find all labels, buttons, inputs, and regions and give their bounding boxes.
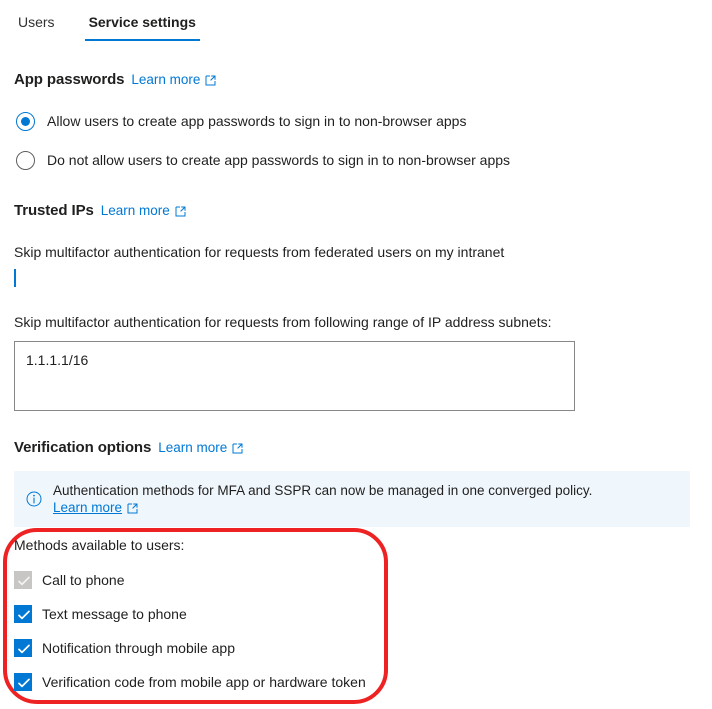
- radio-allow-indicator[interactable]: [16, 112, 35, 131]
- method-label-notification-through-mobile-app: Notification through mobile app: [42, 639, 236, 656]
- method-row-text-message-to-phone[interactable]: Text message to phone: [14, 597, 366, 631]
- ip-subnets-textarea[interactable]: [14, 341, 575, 411]
- method-row-notification-through-mobile-app[interactable]: Notification through mobile app: [14, 631, 366, 665]
- federated-users-checkbox-wrap: [0, 269, 712, 287]
- banner-text-content: Authentication methods for MFA and SSPR …: [53, 483, 593, 498]
- link-text: Learn more: [100, 203, 170, 218]
- external-link-icon: [127, 503, 138, 514]
- ip-subnets-label: Skip multifactor authentication for requ…: [14, 314, 552, 330]
- methods-section: Methods available to users: Call to phon…: [0, 528, 712, 709]
- methods-available-label: Methods available to users:: [14, 537, 185, 553]
- verification-options-title: Verification options: [14, 439, 152, 456]
- checkbox-notification-through-mobile-app[interactable]: [14, 639, 32, 657]
- info-icon: [26, 491, 42, 507]
- app-passwords-header: App passwords Learn more: [0, 71, 712, 88]
- link-text: Learn more: [131, 72, 201, 87]
- method-label-text-message-to-phone: Text message to phone: [42, 605, 187, 622]
- app-passwords-learn-more-link[interactable]: Learn more: [131, 72, 216, 87]
- link-text: Learn more: [53, 500, 123, 515]
- checkbox-text-message-to-phone[interactable]: [14, 605, 32, 623]
- method-row-call-to-phone[interactable]: Call to phone: [14, 563, 366, 597]
- method-row-verification-code[interactable]: Verification code from mobile app or har…: [14, 665, 366, 699]
- external-link-icon: [175, 206, 186, 217]
- trusted-ips-title: Trusted IPs: [14, 202, 94, 219]
- external-link-icon: [232, 443, 243, 454]
- external-link-icon: [205, 75, 216, 86]
- radio-disallow-label: Do not allow users to create app passwor…: [47, 152, 511, 168]
- method-label-call-to-phone: Call to phone: [42, 571, 125, 588]
- method-label-verification-code: Verification code from mobile app or har…: [42, 673, 366, 690]
- tab-bar: Users Service settings: [0, 0, 712, 46]
- tab-users[interactable]: Users: [14, 11, 59, 41]
- radio-disallow-app-passwords[interactable]: Do not allow users to create app passwor…: [0, 151, 712, 170]
- verification-options-header: Verification options Learn more: [0, 439, 712, 456]
- federated-users-checkbox[interactable]: [14, 269, 30, 287]
- banner-learn-more-link[interactable]: Learn more: [53, 499, 138, 516]
- tab-service-settings[interactable]: Service settings: [84, 11, 201, 41]
- checkbox-verification-code[interactable]: [14, 673, 32, 691]
- converged-policy-banner: Authentication methods for MFA and SSPR …: [14, 471, 690, 527]
- radio-disallow-indicator[interactable]: [16, 151, 35, 170]
- app-passwords-title: App passwords: [14, 71, 125, 88]
- trusted-ips-header: Trusted IPs Learn more: [0, 202, 712, 219]
- ip-subnets-field-wrap: [0, 341, 712, 414]
- verification-options-learn-more-link[interactable]: Learn more: [158, 440, 243, 455]
- trusted-ips-learn-more-link[interactable]: Learn more: [101, 203, 186, 218]
- checkbox-call-to-phone: [14, 571, 32, 589]
- methods-list: Methods available to users: Call to phon…: [14, 536, 366, 699]
- radio-allow-label: Allow users to create app passwords to s…: [47, 113, 467, 129]
- banner-message: Authentication methods for MFA and SSPR …: [53, 482, 678, 516]
- radio-allow-app-passwords[interactable]: Allow users to create app passwords to s…: [0, 112, 712, 131]
- link-text: Learn more: [158, 440, 228, 455]
- federated-users-label: Skip multifactor authentication for requ…: [14, 244, 505, 260]
